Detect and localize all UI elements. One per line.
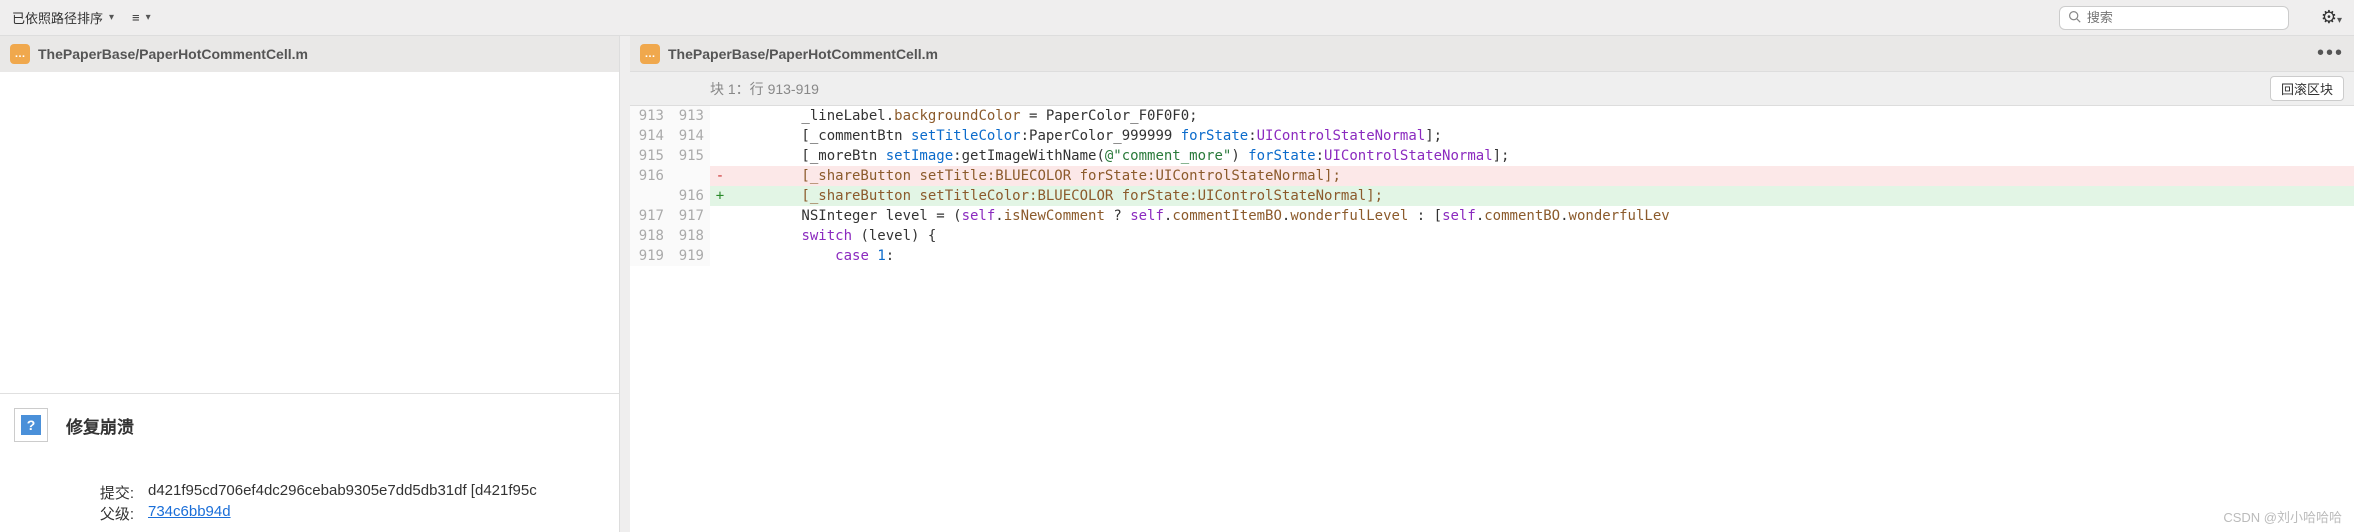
line-number-new: 914 bbox=[670, 126, 710, 146]
diff-row: 916 - [_shareButton setTitle:BLUECOLOR fo… bbox=[630, 166, 2354, 186]
avatar: ? bbox=[14, 408, 48, 442]
search-box[interactable] bbox=[2059, 6, 2289, 30]
commit-message: 修复崩溃 bbox=[66, 413, 134, 438]
line-number-old: 915 bbox=[630, 146, 670, 166]
code-line: [_moreBtn setImage:getImageWithName(@"co… bbox=[730, 146, 2354, 166]
gear-icon: ⚙ bbox=[2321, 7, 2337, 27]
diff-row: 918918 switch (level) { bbox=[630, 226, 2354, 246]
parent-link[interactable]: 734c6bb94d bbox=[148, 503, 231, 524]
line-number-old bbox=[630, 186, 670, 206]
line-number-old: 918 bbox=[630, 226, 670, 246]
settings-button[interactable]: ⚙▾ bbox=[2321, 7, 2342, 28]
file-tab-left[interactable]: … ThePaperBase/PaperHotCommentCell.m bbox=[0, 36, 619, 72]
diff-row: 915915 [_moreBtn setImage:getImageWithNa… bbox=[630, 146, 2354, 166]
code-line: switch (level) { bbox=[730, 226, 2354, 246]
search-icon bbox=[2068, 10, 2081, 26]
file-list-blank bbox=[0, 72, 619, 394]
list-view-dropdown[interactable]: ≡ ▾ bbox=[132, 10, 151, 25]
diff-marker bbox=[710, 126, 730, 146]
diff-row: 914914 [_commentBtn setTitleColor:PaperC… bbox=[630, 126, 2354, 146]
diff-body: 913913 _lineLabel.backgroundColor = Pape… bbox=[630, 106, 2354, 266]
file-type-icon: … bbox=[640, 44, 660, 64]
chevron-down-icon: ▾ bbox=[109, 12, 114, 23]
watermark: CSDN @刘小哈哈哈 bbox=[2223, 507, 2342, 526]
line-number-new: 913 bbox=[670, 106, 710, 126]
diff-marker bbox=[710, 146, 730, 166]
line-number-new: 917 bbox=[670, 206, 710, 226]
code-line: case 1: bbox=[730, 246, 2354, 266]
list-icon: ≡ bbox=[132, 10, 140, 25]
commit-label: 提交: bbox=[84, 482, 134, 503]
line-number-old: 919 bbox=[630, 246, 670, 266]
avatar-placeholder-icon: ? bbox=[21, 415, 41, 435]
line-number-old: 917 bbox=[630, 206, 670, 226]
more-button[interactable]: ••• bbox=[2317, 42, 2344, 65]
code-line: [_shareButton setTitleColor:BLUECOLOR fo… bbox=[730, 186, 2354, 206]
diff-marker: - bbox=[710, 166, 730, 186]
diff-row: 919919 case 1: bbox=[630, 246, 2354, 266]
hunk-header: 块 1：行 913-919 回滚区块 bbox=[630, 72, 2354, 106]
diff-marker bbox=[710, 226, 730, 246]
line-number-new bbox=[670, 166, 710, 186]
diff-row: 913913 _lineLabel.backgroundColor = Pape… bbox=[630, 106, 2354, 126]
chevron-down-icon: ▾ bbox=[146, 12, 151, 23]
parent-label: 父级: bbox=[84, 503, 134, 524]
file-name-right: ThePaperBase/PaperHotCommentCell.m bbox=[668, 46, 938, 62]
diff-marker bbox=[710, 106, 730, 126]
line-number-old: 913 bbox=[630, 106, 670, 126]
commit-hash: d421f95cd706ef4dc296cebab9305e7dd5db31df… bbox=[148, 482, 537, 503]
file-name-left: ThePaperBase/PaperHotCommentCell.m bbox=[38, 46, 308, 62]
file-list-pane: … ThePaperBase/PaperHotCommentCell.m ? 修… bbox=[0, 36, 620, 532]
diff-marker bbox=[710, 206, 730, 226]
sort-dropdown[interactable]: 已依照路径排序 ▾ bbox=[12, 8, 114, 27]
rollback-button[interactable]: 回滚区块 bbox=[2270, 76, 2344, 101]
code-line: NSInteger level = (self.isNewComment ? s… bbox=[730, 206, 2354, 226]
search-input[interactable] bbox=[2087, 10, 2280, 25]
line-number-new: 915 bbox=[670, 146, 710, 166]
diff-marker bbox=[710, 246, 730, 266]
diff-marker: + bbox=[710, 186, 730, 206]
line-number-new: 918 bbox=[670, 226, 710, 246]
line-number-new: 919 bbox=[670, 246, 710, 266]
line-number-new: 916 bbox=[670, 186, 710, 206]
line-number-old: 914 bbox=[630, 126, 670, 146]
chevron-down-icon: ▾ bbox=[2337, 15, 2342, 26]
code-line: [_commentBtn setTitleColor:PaperColor_99… bbox=[730, 126, 2354, 146]
diff-pane: … ThePaperBase/PaperHotCommentCell.m •••… bbox=[630, 36, 2354, 532]
diff-row: 917917 NSInteger level = (self.isNewComm… bbox=[630, 206, 2354, 226]
diff-row: 916+ [_shareButton setTitleColor:BLUECOL… bbox=[630, 186, 2354, 206]
file-type-icon: … bbox=[10, 44, 30, 64]
file-tab-right[interactable]: … ThePaperBase/PaperHotCommentCell.m ••• bbox=[630, 36, 2354, 72]
code-line: _lineLabel.backgroundColor = PaperColor_… bbox=[730, 106, 2354, 126]
code-line: [_shareButton setTitle:BLUECOLOR forStat… bbox=[730, 166, 2354, 186]
sort-label: 已依照路径排序 bbox=[12, 8, 103, 27]
top-toolbar: 已依照路径排序 ▾ ≡ ▾ ⚙▾ bbox=[0, 0, 2354, 36]
line-number-old: 916 bbox=[630, 166, 670, 186]
more-icon: ••• bbox=[2317, 42, 2344, 64]
hunk-label: 块 1：行 913-919 bbox=[710, 79, 819, 99]
commit-info: ? 修复崩溃 提交: d421f95cd706ef4dc296cebab9305… bbox=[0, 394, 619, 532]
